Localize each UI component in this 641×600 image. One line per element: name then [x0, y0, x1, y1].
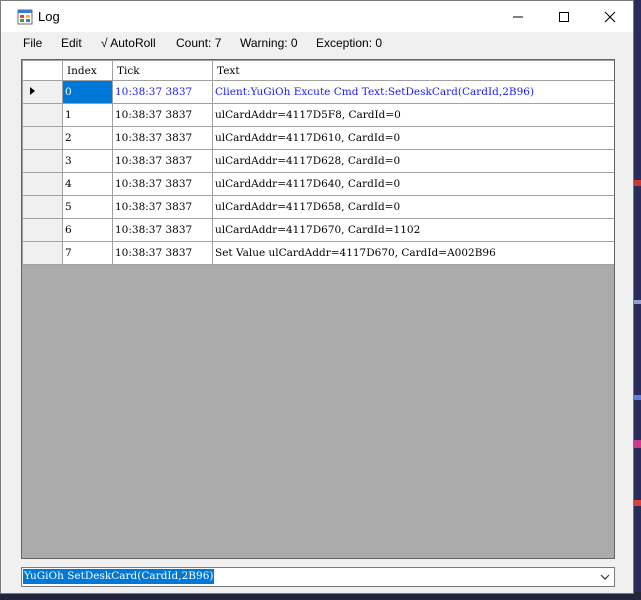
window-title: Log: [38, 9, 60, 24]
app-window-icon: [17, 9, 33, 25]
column-header-tick[interactable]: Tick: [112, 60, 213, 81]
menu-autoroll-toggle[interactable]: √ AutoRoll: [101, 36, 156, 50]
cell-index[interactable]: 1: [62, 103, 113, 127]
cell-tick[interactable]: 10:38:37 3837: [112, 241, 213, 265]
cell-text[interactable]: ulCardAddr=4117D628, CardId=0: [212, 149, 614, 173]
chevron-down-icon[interactable]: [600, 574, 610, 581]
exception-status[interactable]: Exception: 0: [316, 36, 382, 50]
cell-text[interactable]: ulCardAddr=4117D640, CardId=0: [212, 172, 614, 196]
corner-header[interactable]: [22, 60, 63, 81]
cell-tick[interactable]: 10:38:37 3837: [112, 103, 213, 127]
table-row[interactable]: 7 10:38:37 3837 Set Value ulCardAddr=411…: [22, 241, 614, 265]
row-header[interactable]: [22, 172, 63, 196]
close-button[interactable]: [587, 1, 633, 32]
table-row[interactable]: 0 10:38:37 3837 Client:YuGiOh Excute Cmd…: [22, 80, 614, 104]
menu-bar: File Edit √ AutoRoll Count: 7 Warning: 0…: [1, 32, 633, 56]
maximize-icon: [559, 12, 569, 22]
desktop-background-right: [634, 0, 641, 600]
menu-file[interactable]: File: [23, 36, 42, 50]
cell-index[interactable]: 3: [62, 149, 113, 173]
cell-text[interactable]: ulCardAddr=4117D658, CardId=0: [212, 195, 614, 219]
cell-index[interactable]: 2: [62, 126, 113, 150]
cell-text[interactable]: ulCardAddr=4117D5F8, CardId=0: [212, 103, 614, 127]
table-row[interactable]: 4 10:38:37 3837 ulCardAddr=4117D640, Car…: [22, 172, 614, 196]
cell-tick[interactable]: 10:38:37 3837: [112, 195, 213, 219]
current-row-arrow-icon: [30, 87, 35, 95]
count-status[interactable]: Count: 7: [176, 36, 221, 50]
table-row[interactable]: 2 10:38:37 3837 ulCardAddr=4117D610, Car…: [22, 126, 614, 150]
row-header[interactable]: [22, 218, 63, 242]
command-combobox[interactable]: YuGiOh SetDeskCard(CardId,2B96): [21, 567, 615, 587]
cell-text[interactable]: ulCardAddr=4117D610, CardId=0: [212, 126, 614, 150]
log-table: Index Tick Text 0 10:38:37 3837 Client:Y…: [22, 60, 614, 265]
table-row[interactable]: 5 10:38:37 3837 ulCardAddr=4117D658, Car…: [22, 195, 614, 219]
table-row[interactable]: 3 10:38:37 3837 ulCardAddr=4117D628, Car…: [22, 149, 614, 173]
cell-text[interactable]: Client:YuGiOh Excute Cmd Text:SetDeskCar…: [212, 80, 614, 104]
row-header[interactable]: [22, 241, 63, 265]
close-icon: [604, 11, 616, 23]
log-window: Log File Edit √ AutoRoll Count: 7 Warnin…: [0, 0, 634, 594]
cell-text[interactable]: ulCardAddr=4117D670, CardId=1102: [212, 218, 614, 242]
menu-edit[interactable]: Edit: [61, 36, 82, 50]
title-bar[interactable]: Log: [1, 1, 633, 32]
column-header-text[interactable]: Text: [212, 60, 614, 81]
row-header[interactable]: [22, 149, 63, 173]
cell-index[interactable]: 5: [62, 195, 113, 219]
cell-index[interactable]: 7: [62, 241, 113, 265]
cell-tick[interactable]: 10:38:37 3837: [112, 172, 213, 196]
maximize-button[interactable]: [541, 1, 587, 32]
cell-index[interactable]: 4: [62, 172, 113, 196]
row-header[interactable]: [22, 126, 63, 150]
row-header[interactable]: [22, 80, 63, 104]
cell-index[interactable]: 6: [62, 218, 113, 242]
table-row[interactable]: 6 10:38:37 3837 ulCardAddr=4117D670, Car…: [22, 218, 614, 242]
cell-tick[interactable]: 10:38:37 3837: [112, 149, 213, 173]
cell-index[interactable]: 0: [62, 80, 113, 104]
command-input[interactable]: YuGiOh SetDeskCard(CardId,2B96): [23, 569, 215, 584]
cell-tick[interactable]: 10:38:37 3837: [112, 218, 213, 242]
log-grid[interactable]: Index Tick Text 0 10:38:37 3837 Client:Y…: [21, 59, 615, 559]
warning-status[interactable]: Warning: 0: [240, 36, 298, 50]
table-row[interactable]: 1 10:38:37 3837 ulCardAddr=4117D5F8, Car…: [22, 103, 614, 127]
cell-tick[interactable]: 10:38:37 3837: [112, 80, 213, 104]
minimize-icon: [513, 16, 523, 18]
cell-tick[interactable]: 10:38:37 3837: [112, 126, 213, 150]
column-header-index[interactable]: Index: [62, 60, 113, 81]
cell-text[interactable]: Set Value ulCardAddr=4117D670, CardId=A0…: [212, 241, 614, 265]
minimize-button[interactable]: [495, 1, 541, 32]
row-header[interactable]: [22, 103, 63, 127]
row-header[interactable]: [22, 195, 63, 219]
table-header-row: Index Tick Text: [22, 60, 614, 81]
